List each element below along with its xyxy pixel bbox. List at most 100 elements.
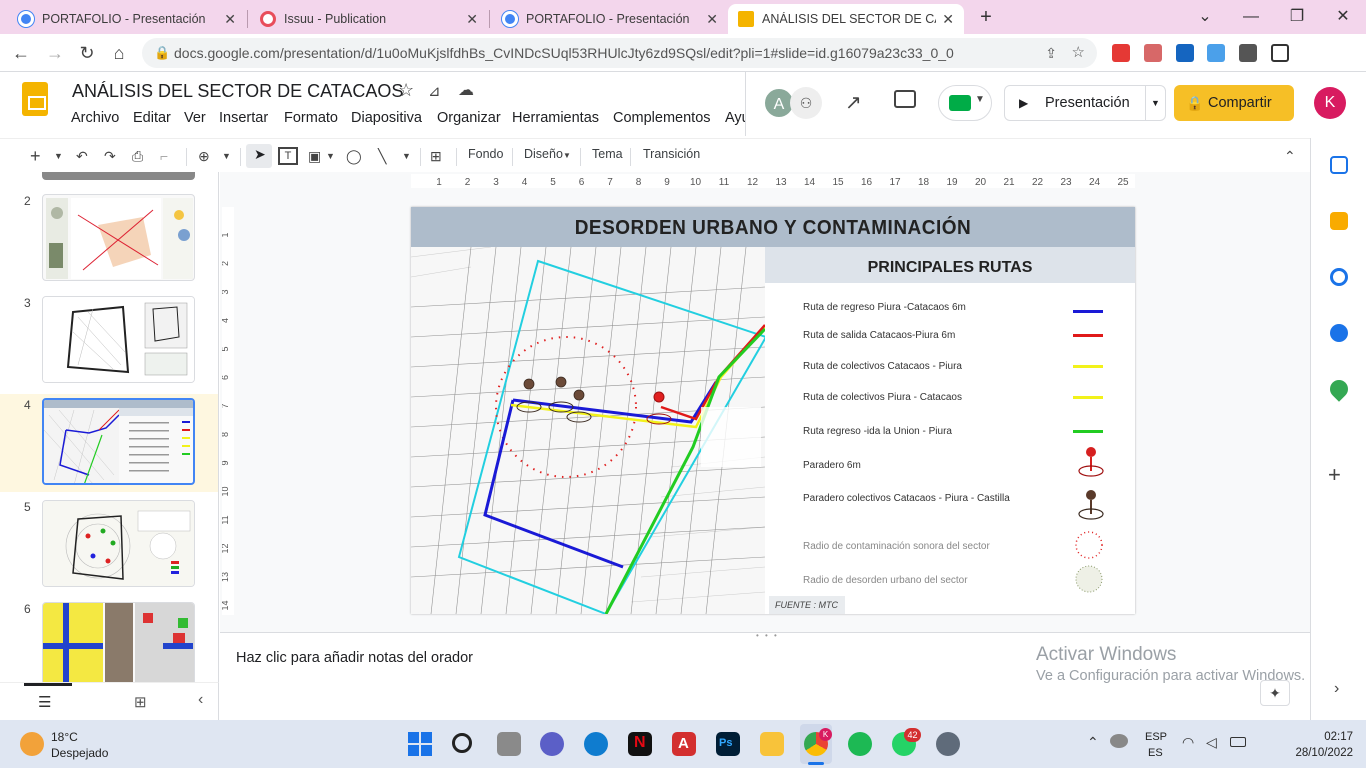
- forward-icon[interactable]: →: [44, 42, 66, 64]
- onedrive-icon[interactable]: [1110, 734, 1128, 748]
- add-people-icon[interactable]: ⚇: [790, 87, 822, 119]
- extensions-puzzle-icon[interactable]: [1239, 44, 1257, 62]
- chevron-down-icon[interactable]: ▼: [563, 145, 571, 167]
- chevron-down-icon[interactable]: ▼: [326, 145, 335, 167]
- chevron-down-icon[interactable]: ▼: [402, 145, 411, 167]
- extension-wave-icon[interactable]: [1207, 44, 1225, 62]
- legend-title[interactable]: PRINCIPALES RUTAS: [765, 259, 1135, 277]
- menu-diapositiva[interactable]: Diapositiva: [351, 110, 422, 126]
- notes-divider[interactable]: • • •: [220, 631, 1310, 641]
- menu-herramientas[interactable]: Herramientas: [512, 110, 599, 126]
- extension-blue-icon[interactable]: [1176, 44, 1194, 62]
- share-button[interactable]: 🔒 Compartir: [1174, 85, 1294, 121]
- settings-gear-icon[interactable]: [936, 732, 960, 756]
- menu-complementos[interactable]: Complementos: [613, 110, 711, 126]
- explore-sparkle-icon[interactable]: ✦: [1260, 680, 1290, 706]
- slides-logo-icon[interactable]: [22, 82, 48, 116]
- collapse-chevron-up-icon[interactable]: ⌃: [1284, 145, 1296, 167]
- comments-icon[interactable]: [894, 90, 916, 108]
- presentation-button[interactable]: ▶ Presentación ▼: [1004, 85, 1166, 121]
- extension-tp-icon[interactable]: [1112, 44, 1130, 62]
- menu-editar[interactable]: Editar: [133, 110, 171, 126]
- calendar-icon[interactable]: [1330, 156, 1348, 174]
- search-icon[interactable]: [452, 733, 472, 753]
- image-icon[interactable]: ▣: [308, 145, 321, 167]
- menu-ver[interactable]: Ver: [184, 110, 206, 126]
- select-tool[interactable]: ➤: [246, 144, 272, 168]
- teams-chat-icon[interactable]: [540, 732, 564, 756]
- comment-add-icon[interactable]: ⊞: [430, 145, 442, 167]
- minimize-button[interactable]: —: [1228, 4, 1274, 30]
- slide-thumb-4[interactable]: [42, 398, 195, 485]
- new-slide-plus-icon[interactable]: +: [30, 145, 41, 167]
- chevron-down-icon[interactable]: ▼: [1151, 86, 1160, 120]
- close-icon[interactable]: ✕: [942, 11, 954, 28]
- collapse-filmstrip-icon[interactable]: ‹: [198, 691, 203, 709]
- activity-trend-icon[interactable]: ↗: [845, 90, 862, 115]
- close-icon[interactable]: ✕: [466, 11, 478, 28]
- slide-title[interactable]: DESORDEN URBANO Y CONTAMINACIÓN: [411, 217, 1135, 240]
- close-icon[interactable]: ✕: [706, 11, 718, 28]
- bookmark-star-icon[interactable]: ☆: [1072, 38, 1085, 68]
- cloud-status-icon[interactable]: ☁: [458, 80, 474, 100]
- menu-archivo[interactable]: Archivo: [71, 110, 119, 126]
- input-language[interactable]: ESP: [1145, 731, 1167, 743]
- restore-button[interactable]: ❐: [1274, 4, 1320, 30]
- tab-portafolio-2[interactable]: PORTAFOLIO - Presentación ✕: [492, 4, 728, 34]
- extension-red-icon[interactable]: [1144, 44, 1162, 62]
- slide-thumb-5[interactable]: [42, 500, 195, 587]
- tab-portafolio-1[interactable]: PORTAFOLIO - Presentación ✕: [8, 4, 246, 34]
- move-icon[interactable]: ⊿: [428, 82, 441, 100]
- tab-search-chevron-icon[interactable]: ⌄: [1182, 4, 1228, 30]
- share-page-icon[interactable]: ⇪: [1045, 38, 1057, 68]
- slide-thumb-3[interactable]: [42, 296, 195, 383]
- clock-date[interactable]: 28/10/2022: [1263, 747, 1353, 759]
- home-icon[interactable]: ⌂: [108, 42, 130, 64]
- account-avatar[interactable]: K: [1314, 87, 1346, 119]
- file-explorer-icon[interactable]: [760, 732, 784, 756]
- tray-chevron-up-icon[interactable]: ⌃: [1087, 734, 1099, 751]
- netflix-icon[interactable]: N: [628, 732, 652, 756]
- route-map[interactable]: [411, 247, 765, 614]
- tab-issuu[interactable]: Issuu - Publication ✕: [250, 4, 488, 34]
- document-title[interactable]: ANÁLISIS DEL SECTOR DE CATACAOS: [72, 81, 403, 102]
- autocad-icon[interactable]: A: [672, 732, 696, 756]
- zoom-icon[interactable]: ⊕: [198, 145, 210, 167]
- layout-button[interactable]: Diseño: [524, 147, 563, 161]
- transition-button[interactable]: Transición: [643, 147, 700, 161]
- menu-organizar[interactable]: Organizar: [437, 110, 501, 126]
- url-field[interactable]: 🔒 docs.google.com/presentation/d/1u0oMuK…: [142, 38, 1097, 68]
- chevron-down-icon[interactable]: ▼: [54, 145, 63, 167]
- contacts-icon[interactable]: [1330, 324, 1348, 342]
- grid-view-icon[interactable]: ⊞: [134, 693, 147, 711]
- menu-ayuda[interactable]: Ayu: [725, 110, 745, 126]
- task-view-icon[interactable]: [497, 732, 521, 756]
- volume-icon[interactable]: ◁: [1206, 734, 1217, 751]
- back-icon[interactable]: ←: [10, 42, 32, 64]
- tasks-icon[interactable]: [1330, 268, 1348, 286]
- side-panel-icon[interactable]: [1271, 44, 1289, 62]
- menu-formato[interactable]: Formato: [284, 110, 338, 126]
- meet-button[interactable]: ▼: [938, 85, 992, 121]
- tab-analisis-active[interactable]: ANÁLISIS DEL SECTOR DE CATAC ✕: [728, 4, 964, 34]
- speaker-notes-field[interactable]: Haz clic para añadir notas del orador: [236, 650, 473, 666]
- slide-thumb-2[interactable]: [42, 194, 195, 281]
- close-window-button[interactable]: ✕: [1320, 4, 1366, 30]
- line-icon[interactable]: ╲: [378, 145, 386, 167]
- theme-button[interactable]: Tema: [592, 147, 623, 161]
- print-icon[interactable]: ⎙: [132, 145, 143, 167]
- redo-icon[interactable]: ↷: [104, 145, 116, 167]
- wifi-icon[interactable]: ◠: [1182, 734, 1194, 751]
- current-slide[interactable]: DESORDEN URBANO Y CONTAMINACIÓN PRINCIPA…: [411, 207, 1135, 614]
- new-tab-button[interactable]: +: [964, 4, 1008, 30]
- battery-icon[interactable]: [1230, 737, 1246, 747]
- textbox-icon[interactable]: T: [278, 147, 298, 165]
- reload-icon[interactable]: ↻: [76, 42, 98, 64]
- input-layout[interactable]: ES: [1148, 747, 1163, 759]
- shape-icon[interactable]: ◯: [346, 145, 362, 167]
- undo-icon[interactable]: ↶: [76, 145, 88, 167]
- list-view-icon[interactable]: ☰: [38, 693, 51, 711]
- star-icon[interactable]: ☆: [398, 80, 414, 101]
- menu-insertar[interactable]: Insertar: [219, 110, 268, 126]
- windows-start-icon[interactable]: [408, 732, 432, 756]
